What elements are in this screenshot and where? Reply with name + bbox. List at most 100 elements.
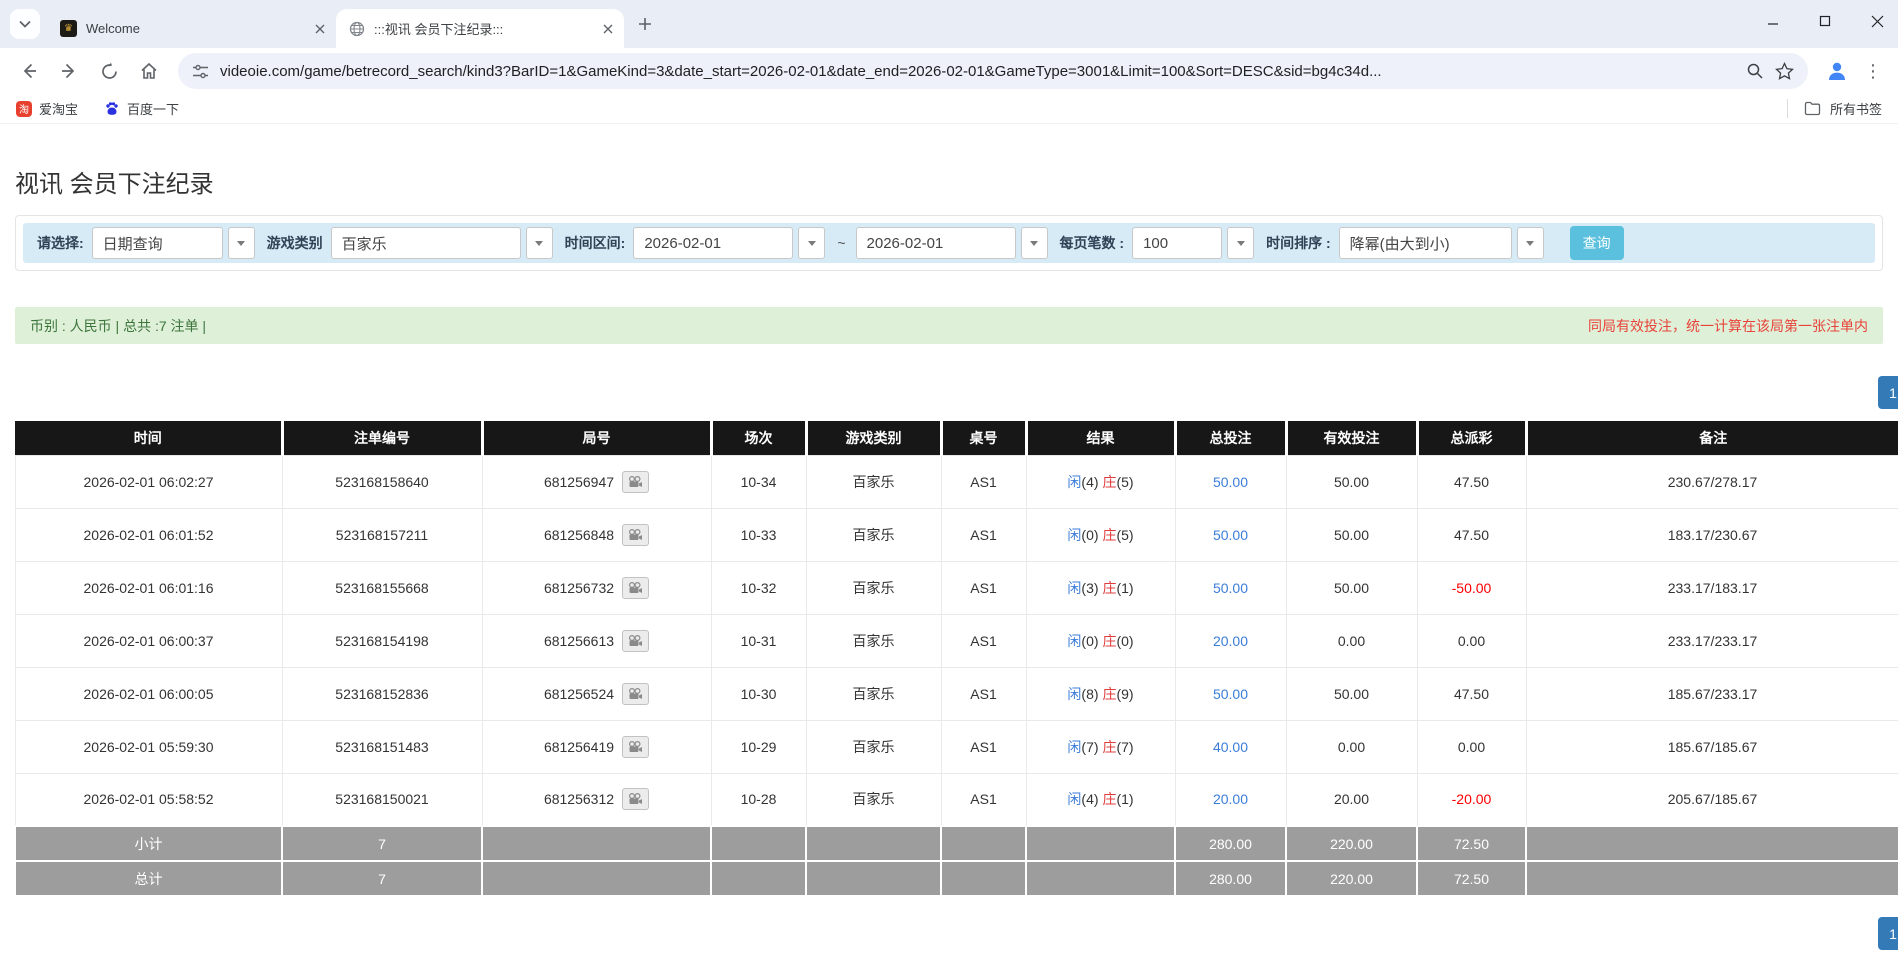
reload-button[interactable] (90, 52, 128, 90)
filter-panel: 请选择: 日期查询 游戏类别 百家乐 时间区间: 2026-02-01 ~ 20… (15, 215, 1883, 271)
per-page-label: 每页笔数 : (1059, 235, 1125, 251)
page-button-1[interactable]: 1 (1878, 917, 1898, 950)
summary-bar: 币别 : 人民币 | 总共 :7 注单 | 同局有效投注，统一计算在该局第一张注… (15, 307, 1883, 344)
pagination-bottom: 1 (0, 917, 1898, 950)
replay-button[interactable] (622, 682, 650, 705)
query-mode-select[interactable]: 日期查询 (91, 227, 255, 259)
back-button[interactable] (10, 52, 48, 90)
per-page-value[interactable]: 100 (1132, 227, 1223, 259)
sort-value[interactable]: 降幂(由大到小) (1338, 227, 1512, 259)
date-start-value[interactable]: 2026-02-01 (633, 227, 794, 259)
tab-welcome[interactable]: ♛ Welcome (48, 9, 336, 48)
col-payout: 总派彩 (1415, 421, 1526, 455)
cell-table-no: AS1 (940, 454, 1027, 509)
total-label: 总计 (14, 860, 283, 897)
tab-search-button[interactable] (10, 9, 40, 39)
cell-valid-bet: 50.00 (1285, 507, 1418, 562)
table-row: 2026-02-01 06:00:05 523168152836 6812565… (14, 666, 1898, 721)
replay-button[interactable] (622, 576, 650, 599)
date-end-value[interactable]: 2026-02-01 (855, 227, 1016, 259)
cell-total-bet-link[interactable]: 20.00 (1174, 772, 1287, 827)
minimize-icon (1768, 23, 1778, 25)
video-icon (629, 740, 643, 752)
date-start-select[interactable]: 2026-02-01 (633, 227, 826, 259)
cell-table-no: AS1 (940, 772, 1027, 827)
cell-payout: 47.50 (1416, 454, 1527, 509)
select-mode-label: 请选择: (37, 235, 84, 251)
cell-time: 2026-02-01 05:58:52 (14, 772, 283, 827)
folder-icon (1804, 101, 1821, 116)
tab-close-icon[interactable] (311, 20, 328, 37)
zoom-icon[interactable] (1746, 62, 1764, 80)
video-icon (629, 634, 643, 646)
bookmark-taobao[interactable]: 淘 爱淘宝 (16, 99, 78, 118)
cell-bet-no: 523168157211 (281, 507, 483, 562)
cell-total-bet-link[interactable]: 40.00 (1174, 719, 1287, 774)
cell-note: 233.17/183.17 (1525, 560, 1898, 615)
cell-total-bet-link[interactable]: 50.00 (1174, 666, 1287, 721)
replay-button[interactable] (622, 788, 650, 811)
cell-table-no: AS1 (940, 613, 1027, 668)
minimize-button[interactable] (1760, 8, 1786, 34)
sort-select[interactable]: 降幂(由大到小) (1338, 227, 1544, 259)
chevron-down-icon[interactable] (1227, 227, 1255, 259)
cell-round-no: 681256732 (481, 560, 712, 615)
all-bookmarks[interactable]: 所有书签 (1786, 99, 1882, 118)
chevron-down-icon[interactable] (1020, 227, 1048, 259)
cell-total-bet-link[interactable]: 20.00 (1174, 613, 1287, 668)
replay-button[interactable] (622, 470, 650, 493)
new-tab-button[interactable] (630, 9, 660, 39)
cell-valid-bet: 0.00 (1285, 613, 1418, 668)
cell-total-bet-link[interactable]: 50.00 (1174, 560, 1287, 615)
cell-bet-no: 523168155668 (281, 560, 483, 615)
replay-button[interactable] (622, 629, 650, 652)
cell-game-type: 百家乐 (805, 560, 942, 615)
subtotal-payout: 72.50 (1416, 825, 1527, 862)
url-bar[interactable]: videoie.com/game/betrecord_search/kind3?… (178, 53, 1808, 89)
cell-total-bet-link[interactable]: 50.00 (1174, 507, 1287, 562)
col-time: 时间 (15, 421, 282, 455)
cell-total-bet-link[interactable]: 50.00 (1174, 454, 1287, 509)
replay-button[interactable] (622, 523, 650, 546)
all-bookmarks-label: 所有书签 (1829, 102, 1882, 117)
maximize-icon (1819, 15, 1831, 27)
page-button-1[interactable]: 1 (1878, 376, 1898, 409)
table-row: 2026-02-01 06:01:16 523168155668 6812567… (14, 560, 1898, 615)
browser-menu-button[interactable]: ⋮ (1858, 61, 1888, 82)
chevron-down-icon[interactable] (1516, 227, 1544, 259)
search-button[interactable]: 查询 (1569, 226, 1624, 260)
cell-note: 205.67/185.67 (1525, 772, 1898, 827)
url-text[interactable]: videoie.com/game/betrecord_search/kind3?… (220, 63, 1735, 80)
col-game-type: 游戏类别 (804, 421, 941, 455)
total-total-bet: 280.00 (1174, 860, 1287, 897)
bookmark-star-icon[interactable] (1775, 61, 1794, 81)
forward-button[interactable] (50, 52, 88, 90)
date-end-select[interactable]: 2026-02-01 (855, 227, 1048, 259)
site-settings-icon[interactable] (192, 63, 209, 80)
game-kind-value[interactable]: 百家乐 (330, 227, 521, 259)
replay-button[interactable] (622, 735, 650, 758)
chevron-down-icon[interactable] (525, 227, 553, 259)
chevron-down-icon[interactable] (798, 227, 826, 259)
subtotal-total-bet: 280.00 (1174, 825, 1287, 862)
per-page-select[interactable]: 100 (1132, 227, 1255, 259)
game-kind-select[interactable]: 百家乐 (330, 227, 553, 259)
close-button[interactable] (1864, 8, 1890, 34)
home-button[interactable] (130, 52, 168, 90)
query-mode-value[interactable]: 日期查询 (91, 227, 223, 259)
chevron-down-icon[interactable] (227, 227, 255, 259)
tab-close-icon[interactable] (599, 20, 616, 37)
cell-bet-no: 523168152836 (281, 666, 483, 721)
profile-avatar[interactable] (1818, 52, 1856, 90)
col-result: 结果 (1024, 421, 1175, 455)
bookmark-baidu[interactable]: 百度一下 (104, 99, 179, 118)
cell-note: 185.67/185.67 (1525, 719, 1898, 774)
cell-payout: 47.50 (1416, 507, 1527, 562)
cell-game-type: 百家乐 (805, 454, 942, 509)
table-row: 2026-02-01 06:00:37 523168154198 6812566… (14, 613, 1898, 668)
bet-records-table: 时间 注单编号 局号 场次 游戏类别 桌号 结果 总投注 有效投注 总派彩 备注… (14, 421, 1898, 897)
maximize-button[interactable] (1812, 8, 1838, 34)
cell-round-no: 681256419 (481, 719, 712, 774)
cell-valid-bet: 20.00 (1285, 772, 1418, 827)
tab-betrecord[interactable]: :::视讯 会员下注纪录::: (336, 9, 624, 48)
